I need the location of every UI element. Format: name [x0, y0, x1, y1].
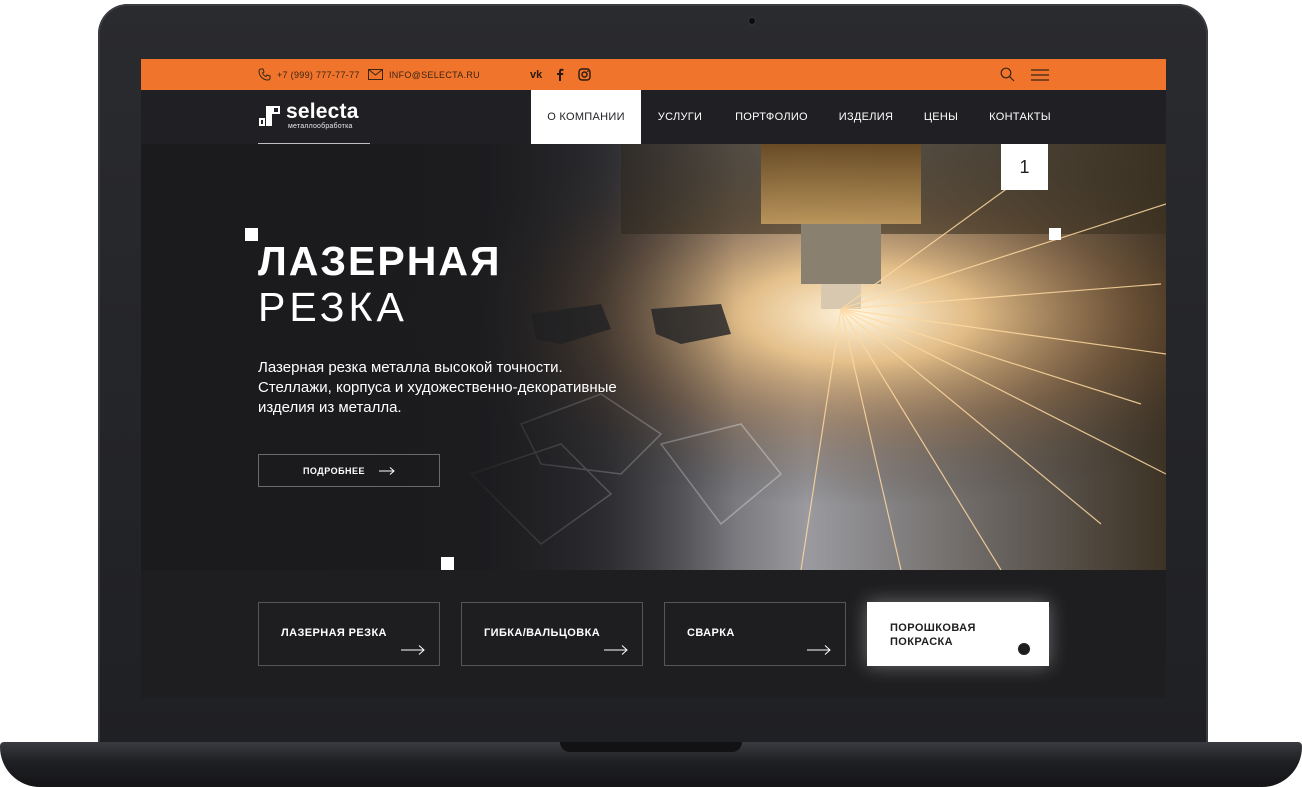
more-button-label: ПОДРОБНЕЕ	[302, 465, 366, 476]
nav-item-products[interactable]: ИЗДЕЛИЯ	[833, 90, 899, 144]
hero-slider: 1 ЛАЗЕРНАЯ РЕЗКА Лазерная резка металла …	[141, 144, 1166, 570]
hero-overlay	[141, 144, 1166, 570]
nav-item-portfolio[interactable]: ПОРТФОЛИО	[727, 90, 816, 144]
webcam	[749, 18, 755, 24]
phone-number: +7 (999) 777-77-77	[277, 69, 360, 80]
nav-item-services[interactable]: УСЛУГИ	[649, 90, 711, 144]
top-contact-bar: +7 (999) 777-77-77 INFO@SELECTA.RU vk	[141, 59, 1166, 90]
decor-square	[245, 228, 258, 241]
service-card-welding[interactable]: СВАРКА	[664, 602, 846, 666]
more-button[interactable]: ПОДРОБНЕЕ	[258, 454, 440, 487]
arrow-right-icon	[604, 645, 628, 655]
email-link[interactable]: INFO@SELECTA.RU	[368, 59, 480, 90]
active-dot-icon	[1018, 643, 1030, 655]
logo-mark-icon	[259, 106, 280, 126]
nav-item-prices[interactable]: ЦЕНЫ	[916, 90, 966, 144]
phone-link[interactable]: +7 (999) 777-77-77	[258, 59, 360, 90]
service-card-laser[interactable]: ЛАЗЕРНАЯ РЕЗКА	[258, 602, 440, 666]
decor-square	[1049, 228, 1061, 240]
laptop-screen: +7 (999) 777-77-77 INFO@SELECTA.RU vk se…	[141, 59, 1166, 698]
nav-item-contacts[interactable]: КОНТАКТЫ	[984, 90, 1056, 144]
hero-subtitle: РЕЗКА	[258, 284, 408, 330]
service-label: ЛАЗЕРНАЯ РЕЗКА	[281, 627, 387, 639]
decor-square	[441, 557, 454, 570]
email-address: INFO@SELECTA.RU	[389, 69, 480, 80]
service-label: ГИБКА/ВАЛЬЦОВКА	[484, 627, 601, 639]
slide-number[interactable]: 1	[1001, 144, 1048, 190]
arrow-right-icon	[379, 466, 395, 475]
logo-name: selecta	[286, 100, 359, 123]
service-card-bending[interactable]: ГИБКА/ВАЛЬЦОВКА	[461, 602, 643, 666]
arrow-right-icon	[401, 645, 425, 655]
main-navbar: selecta металлообработка О КОМПАНИИ УСЛУ…	[141, 90, 1166, 144]
service-label-line: ПОРОШКОВАЯ	[890, 622, 976, 634]
services-row: ЛАЗЕРНАЯ РЕЗКА ГИБКА/ВАЛЬЦОВКА СВАРКА ПО…	[141, 570, 1166, 698]
service-card-powder-coating[interactable]: ПОРОШКОВАЯ ПОКРАСКА	[867, 602, 1049, 666]
menu-button[interactable]	[1031, 59, 1049, 90]
logo-subtitle: металлообработка	[288, 123, 353, 130]
search-button[interactable]	[1000, 59, 1015, 90]
arrow-right-icon	[807, 645, 831, 655]
nav-item-about[interactable]: О КОМПАНИИ	[531, 90, 641, 144]
vk-icon[interactable]: vk	[530, 69, 542, 81]
hero-description: Лазерная резка металла высокой точности.…	[258, 359, 617, 416]
laptop-hinge-notch	[560, 742, 742, 752]
hero-title: ЛАЗЕРНАЯ	[258, 238, 502, 284]
instagram-icon[interactable]	[578, 68, 591, 81]
phone-icon	[258, 68, 271, 81]
site-logo[interactable]: selecta металлообработка	[258, 100, 370, 144]
hamburger-menu-icon	[1031, 68, 1049, 81]
service-label: ПОРОШКОВАЯ ПОКРАСКА	[890, 621, 976, 649]
social-links: vk	[530, 59, 591, 90]
facebook-icon[interactable]	[556, 68, 564, 81]
service-label: СВАРКА	[687, 627, 735, 639]
search-icon	[1000, 67, 1015, 82]
service-label-line: ПОКРАСКА	[890, 636, 954, 648]
mail-icon	[368, 69, 383, 80]
